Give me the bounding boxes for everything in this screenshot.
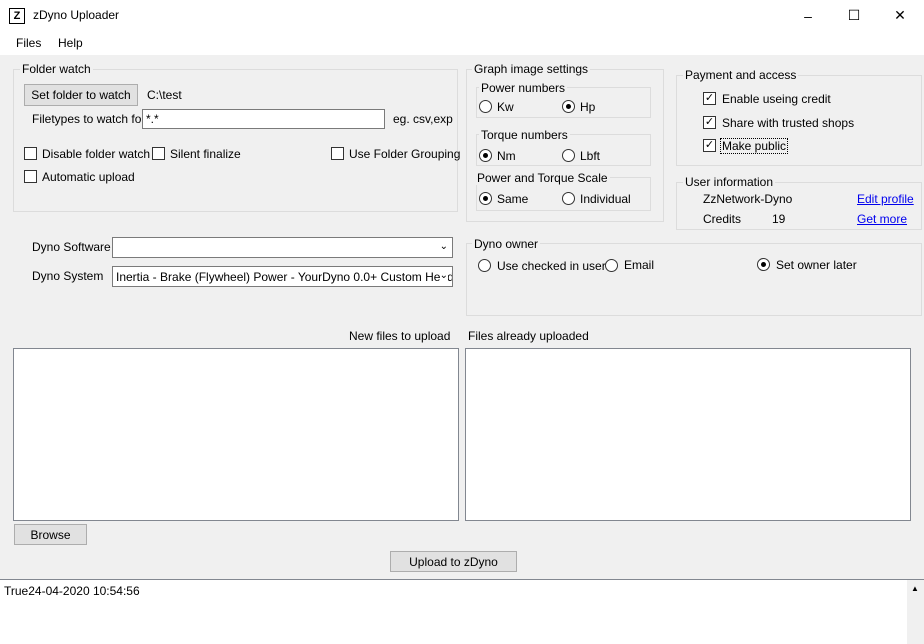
graph-settings-title: Graph image settings bbox=[472, 62, 591, 76]
minimize-button[interactable]: – bbox=[785, 0, 831, 31]
uploaded-files-label: Files already uploaded bbox=[468, 329, 589, 343]
zdyno-logo-icon: Z bbox=[9, 8, 25, 24]
upload-button[interactable]: Upload to zDyno bbox=[390, 551, 517, 572]
enable-credit-label: Enable useing credit bbox=[722, 92, 831, 106]
share-trusted-label: Share with trusted shops bbox=[722, 116, 855, 130]
filetypes-label: Filetypes to watch for bbox=[32, 112, 146, 126]
use-folder-grouping-label: Use Folder Grouping bbox=[349, 147, 461, 161]
menu-help[interactable]: Help bbox=[58, 36, 83, 50]
scale-individual-radio[interactable] bbox=[562, 192, 575, 205]
set-owner-later-label: Set owner later bbox=[776, 258, 857, 272]
share-trusted-checkbox[interactable]: ✓ bbox=[703, 116, 716, 129]
dyno-owner-group bbox=[466, 243, 922, 316]
automatic-upload-label: Automatic upload bbox=[42, 170, 135, 184]
log-scrollbar[interactable]: ▲ bbox=[907, 580, 924, 644]
set-folder-button[interactable]: Set folder to watch bbox=[24, 84, 138, 106]
filetypes-input[interactable]: *.* bbox=[142, 109, 385, 129]
filetypes-hint: eg. csv,exp bbox=[393, 112, 453, 126]
nm-label: Nm bbox=[497, 149, 516, 163]
scroll-up-icon[interactable]: ▲ bbox=[911, 584, 919, 593]
menu-files[interactable]: Files bbox=[16, 36, 41, 50]
maximize-button[interactable]: ☐ bbox=[831, 0, 877, 31]
silent-finalize-label: Silent finalize bbox=[170, 147, 241, 161]
browse-button[interactable]: Browse bbox=[14, 524, 87, 545]
use-folder-grouping-checkbox[interactable] bbox=[331, 147, 344, 160]
silent-finalize-checkbox[interactable] bbox=[152, 147, 165, 160]
make-public-checkbox[interactable]: ✓ bbox=[703, 139, 716, 152]
automatic-upload-checkbox[interactable] bbox=[24, 170, 37, 183]
window-title: zDyno Uploader bbox=[33, 8, 120, 22]
get-more-link[interactable]: Get more bbox=[857, 212, 907, 226]
dyno-owner-title: Dyno owner bbox=[472, 237, 541, 251]
user-info-title: User information bbox=[683, 175, 776, 189]
torque-numbers-title: Torque numbers bbox=[479, 128, 570, 142]
make-public-label: Make public bbox=[720, 138, 789, 154]
scale-same-radio[interactable] bbox=[479, 192, 492, 205]
use-checked-users-label: Use checked in users bbox=[497, 259, 612, 273]
use-checked-users-radio[interactable] bbox=[478, 259, 491, 272]
set-owner-later-radio[interactable] bbox=[757, 258, 770, 271]
hp-radio[interactable] bbox=[562, 100, 575, 113]
menu-bar bbox=[0, 31, 924, 55]
folder-path: C:\test bbox=[147, 88, 182, 102]
disable-folder-watch-checkbox[interactable] bbox=[24, 147, 37, 160]
credits-label: Credits bbox=[703, 212, 742, 226]
lbft-radio[interactable] bbox=[562, 149, 575, 162]
disable-folder-watch-label: Disable folder watch bbox=[42, 147, 151, 161]
chevron-down-icon: ⌄ bbox=[439, 270, 448, 281]
close-button[interactable]: ✕ bbox=[877, 0, 923, 31]
hp-label: Hp bbox=[580, 100, 596, 114]
scale-title: Power and Torque Scale bbox=[475, 171, 610, 185]
edit-profile-link[interactable]: Edit profile bbox=[857, 192, 914, 206]
username: ZzNetwork-Dyno bbox=[703, 192, 793, 206]
email-radio[interactable] bbox=[605, 259, 618, 272]
email-label: Email bbox=[624, 258, 655, 272]
dyno-software-label: Dyno Software bbox=[32, 240, 111, 254]
dyno-system-label: Dyno System bbox=[32, 269, 104, 283]
kw-radio[interactable] bbox=[479, 100, 492, 113]
payment-title: Payment and access bbox=[683, 68, 799, 82]
chevron-down-icon: ⌄ bbox=[439, 241, 448, 252]
folder-watch-title: Folder watch bbox=[20, 62, 93, 76]
power-numbers-title: Power numbers bbox=[479, 81, 568, 95]
dyno-system-select[interactable]: Inertia - Brake (Flywheel) Power - YourD… bbox=[112, 266, 453, 287]
uploaded-files-list[interactable] bbox=[465, 348, 911, 521]
new-files-label: New files to upload bbox=[349, 329, 451, 343]
dyno-software-select[interactable]: ⌄ bbox=[112, 237, 453, 258]
kw-label: Kw bbox=[497, 100, 514, 114]
lbft-label: Lbft bbox=[580, 149, 601, 163]
scale-individual-label: Individual bbox=[580, 192, 631, 206]
log-textbox[interactable]: True24-04-2020 10:54:56 ▲ bbox=[0, 579, 924, 644]
nm-radio[interactable] bbox=[479, 149, 492, 162]
scale-same-label: Same bbox=[497, 192, 529, 206]
log-text: True24-04-2020 10:54:56 bbox=[4, 584, 140, 598]
credits-value: 19 bbox=[772, 212, 786, 226]
new-files-list[interactable] bbox=[13, 348, 459, 521]
dyno-system-value: Inertia - Brake (Flywheel) Power - YourD… bbox=[116, 270, 453, 284]
enable-credit-checkbox[interactable]: ✓ bbox=[703, 92, 716, 105]
